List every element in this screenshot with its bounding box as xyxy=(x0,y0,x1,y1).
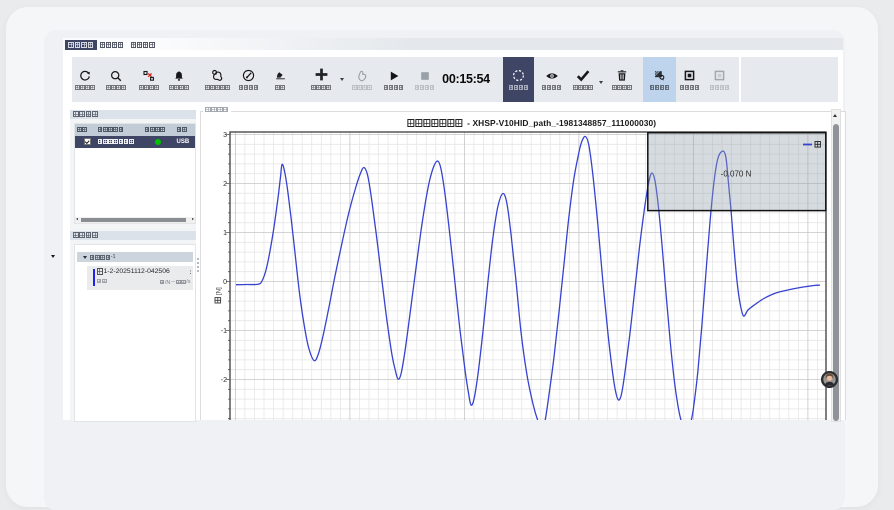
svg-text:2: 2 xyxy=(223,181,227,188)
svg-text:-1: -1 xyxy=(221,328,227,335)
svg-text:3: 3 xyxy=(223,132,227,139)
svg-text:1: 1 xyxy=(223,230,227,237)
svg-text:-2: -2 xyxy=(221,377,227,384)
svg-text:-0.070 N: -0.070 N xyxy=(721,170,752,179)
svg-text:0: 0 xyxy=(223,279,227,286)
svg-text:[N]: [N] xyxy=(217,287,223,295)
